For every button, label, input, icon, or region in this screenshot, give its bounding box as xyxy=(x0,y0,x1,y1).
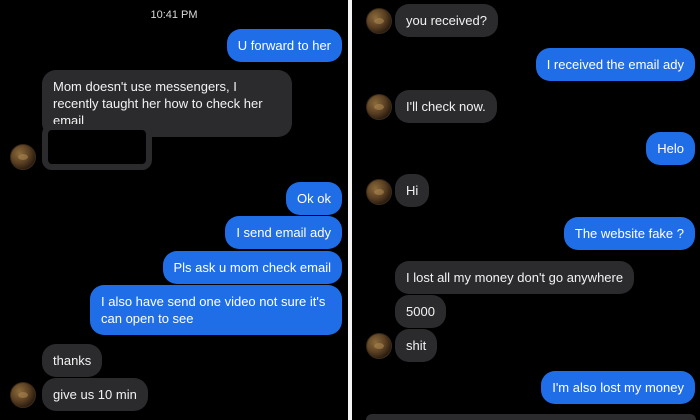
message-incoming[interactable]: thanks xyxy=(42,344,103,377)
message-incoming[interactable]: I'll check now. xyxy=(395,90,497,123)
left-chat-panel: 10:41 PM U forward to her Mom doesn't us… xyxy=(0,0,348,420)
message-incoming[interactable]: give us 10 min xyxy=(42,378,148,411)
timestamp: 10:41 PM xyxy=(150,9,198,21)
contact-avatar-icon[interactable] xyxy=(366,8,392,34)
contact-avatar-icon[interactable] xyxy=(366,333,392,359)
message-incoming[interactable]: you received? xyxy=(395,4,498,37)
message-outgoing[interactable]: Pls ask u mom check email xyxy=(162,251,342,284)
message-outgoing[interactable]: Helo xyxy=(646,132,695,165)
contact-avatar-icon[interactable] xyxy=(10,144,36,170)
partial-message-bubble xyxy=(366,414,696,420)
media-attachment-placeholder[interactable] xyxy=(42,124,152,170)
message-outgoing[interactable]: I received the email ady xyxy=(535,48,695,81)
message-outgoing[interactable]: Ok ok xyxy=(286,182,342,215)
contact-avatar-icon[interactable] xyxy=(366,179,392,205)
message-incoming[interactable]: 5000 xyxy=(395,295,446,328)
right-chat-panel: you received? I received the email ady I… xyxy=(352,0,700,420)
message-outgoing[interactable]: The website fake ? xyxy=(563,217,695,250)
message-outgoing[interactable]: I'm also lost my money xyxy=(541,371,695,404)
contact-avatar-icon[interactable] xyxy=(10,382,36,408)
message-incoming[interactable]: shit xyxy=(395,329,438,362)
message-outgoing[interactable]: I send email ady xyxy=(225,216,342,249)
message-incoming[interactable]: Hi xyxy=(395,174,430,207)
message-outgoing[interactable]: U forward to her xyxy=(226,29,342,62)
message-incoming[interactable]: I lost all my money don't go anywhere xyxy=(395,261,635,294)
message-outgoing[interactable]: I also have send one video not sure it's… xyxy=(90,285,342,335)
contact-avatar-icon[interactable] xyxy=(366,94,392,120)
